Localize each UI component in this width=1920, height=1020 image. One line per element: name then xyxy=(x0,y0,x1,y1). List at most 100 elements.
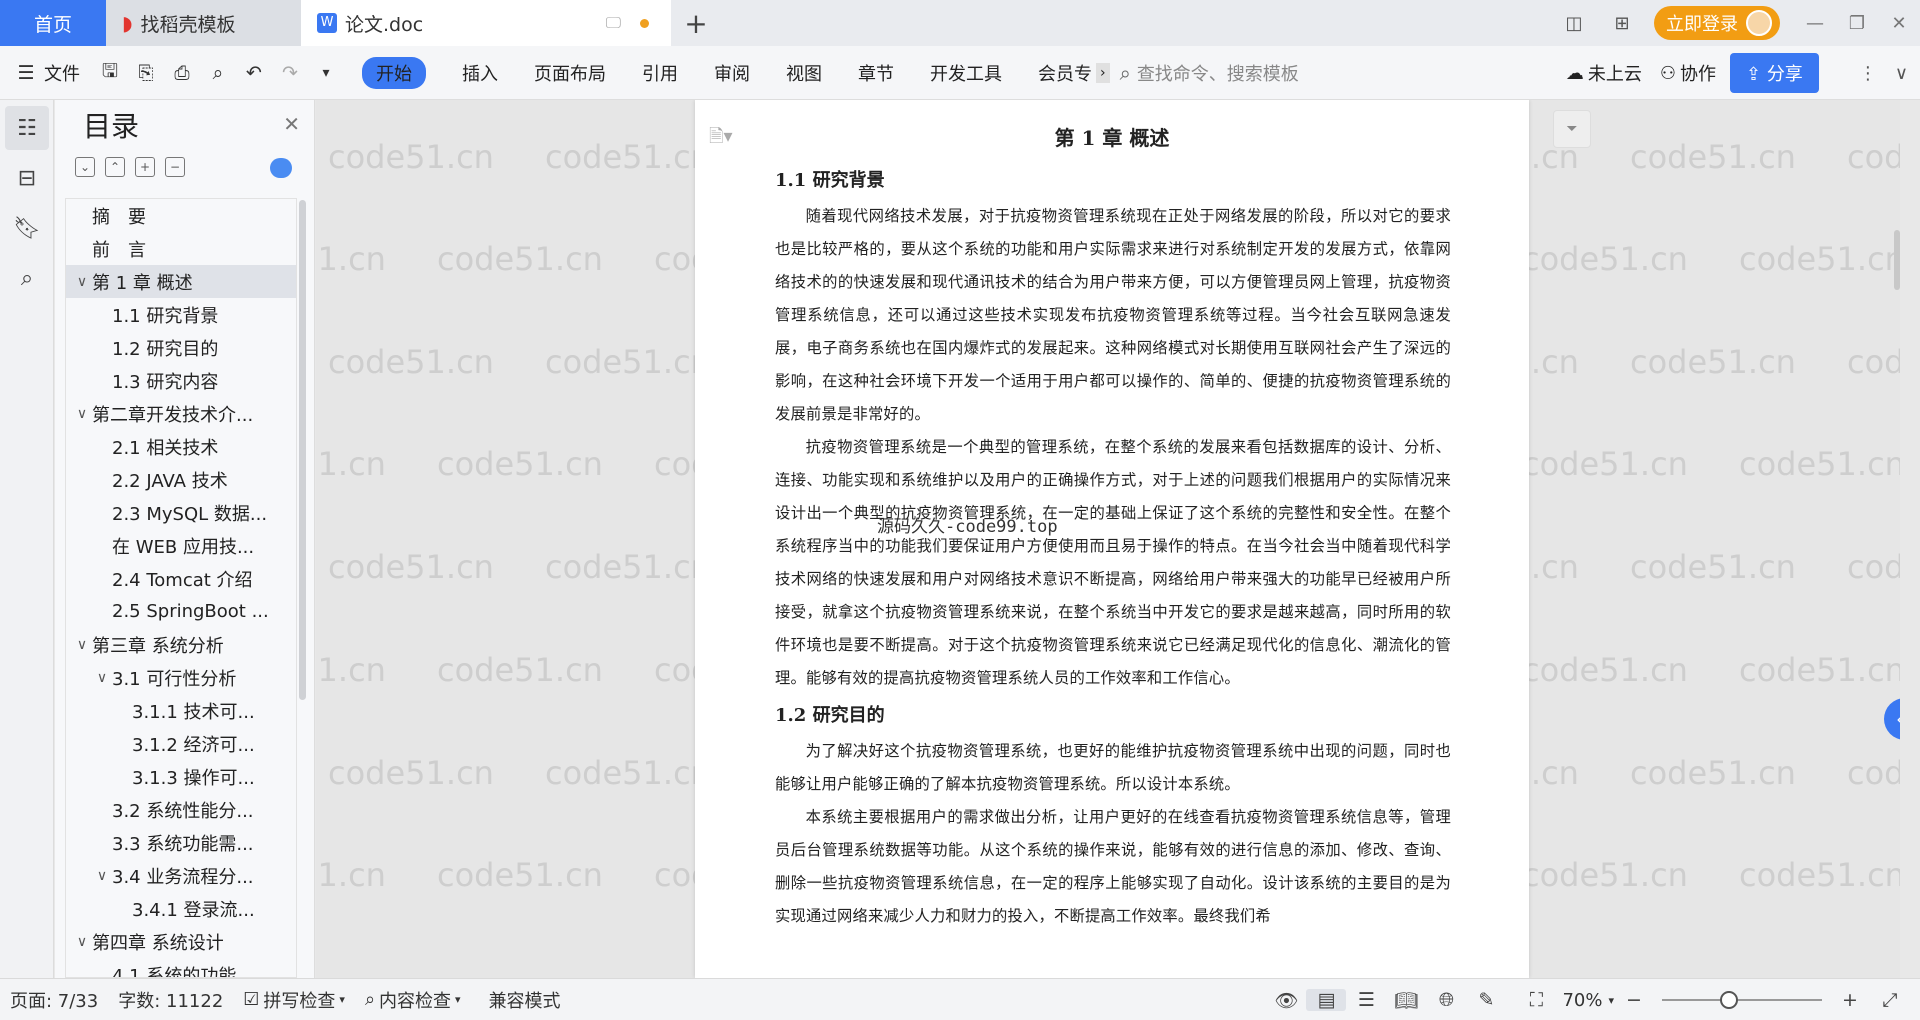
chevron-down-icon[interactable]: ∨ xyxy=(72,637,92,653)
command-search[interactable]: ⌕ 查找命令、搜索模板 xyxy=(1120,60,1299,86)
collaborate-button[interactable]: ⚇ 协作 xyxy=(1660,60,1716,86)
undo-icon[interactable]: ↶ xyxy=(236,62,272,84)
document-scrollbar[interactable] xyxy=(1894,230,1900,290)
smart-toc-icon[interactable] xyxy=(270,158,292,178)
zoom-slider-knob[interactable] xyxy=(1720,991,1738,1009)
tab-docer-templates[interactable]: ◗ 找稻壳模板 xyxy=(106,0,301,46)
cloud-status[interactable]: ☁ 未上云 xyxy=(1566,60,1642,86)
tab-document[interactable]: W 论文.doc 🖵 xyxy=(301,0,671,46)
content-check-button[interactable]: ⌕ 内容检查 ▾ xyxy=(355,987,471,1013)
zoom-out-icon[interactable]: − xyxy=(1614,989,1654,1011)
menu-icon[interactable]: ☰ xyxy=(8,62,44,84)
toc-item[interactable]: 3.2 系统性能分... xyxy=(66,793,296,826)
toc-item[interactable]: ∨ 第 1 章 概述 xyxy=(66,265,296,298)
close-icon[interactable]: ✕ xyxy=(283,112,300,136)
toc-item[interactable]: 3.1.1 技术可... xyxy=(66,694,296,727)
share-button[interactable]: ⇪ 分享 xyxy=(1730,53,1819,93)
toc-item[interactable]: 1.1 研究背景 xyxy=(66,298,296,331)
new-tab-button[interactable]: + xyxy=(671,0,721,46)
spell-check-button[interactable]: ☑ 拼写检查 ▾ xyxy=(233,987,355,1013)
toc-item[interactable]: 1.2 研究目的 xyxy=(66,331,296,364)
expand-all-icon[interactable]: ⌄ xyxy=(75,157,95,177)
redo-icon[interactable]: ↷ xyxy=(272,62,308,84)
collapse-all-icon[interactable]: ⌃ xyxy=(105,157,125,177)
grid-apps-icon[interactable]: ⊞ xyxy=(1598,13,1646,34)
fullscreen-icon[interactable]: ⤢ xyxy=(1870,989,1910,1011)
toc-item[interactable]: 2.2 JAVA 技术 xyxy=(66,463,296,496)
watermark-text: code51.cn xyxy=(545,548,711,586)
remove-heading-icon[interactable]: − xyxy=(165,157,185,177)
toc-item[interactable]: ∨ 3.4 业务流程分... xyxy=(66,859,296,892)
chevron-down-icon[interactable]: ∨ xyxy=(92,868,112,884)
ribbon-tab-chapter[interactable]: 章节 xyxy=(858,60,894,86)
ribbon-tab-view[interactable]: 视图 xyxy=(786,60,822,86)
toc-panel-icon[interactable]: ☷ xyxy=(5,106,49,150)
print-preview-icon[interactable]: ⌕ xyxy=(200,62,236,84)
toc-scrollbar[interactable] xyxy=(299,200,306,700)
tab-home[interactable]: 首页 xyxy=(0,0,106,46)
toc-item[interactable]: 在 WEB 应用技... xyxy=(66,529,296,562)
toc-item[interactable]: 3.3 系统功能需... xyxy=(66,826,296,859)
collapse-ribbon-icon[interactable]: ∨ xyxy=(1895,63,1908,84)
ribbon-tab-member[interactable]: 会员专 xyxy=(1038,60,1092,86)
write-mode-icon[interactable]: ✎ xyxy=(1466,989,1506,1011)
ribbon-tab-start[interactable]: 开始 xyxy=(362,56,426,89)
word-count[interactable]: 字数: 11122 xyxy=(108,987,233,1013)
page-indicator[interactable]: 页面: 7/33 xyxy=(0,987,108,1013)
add-heading-icon[interactable]: + xyxy=(135,157,155,177)
ribbon-tab-review[interactable]: 审阅 xyxy=(714,60,750,86)
toc-item[interactable]: ∨ 第二章开发技术介... xyxy=(66,397,296,430)
ribbon-tab-insert[interactable]: 插入 xyxy=(462,60,498,86)
zoom-level[interactable]: 70% xyxy=(1562,990,1602,1011)
ribbon-tab-layout[interactable]: 页面布局 xyxy=(534,60,606,86)
toc-item[interactable]: 4.1 系统的功能 xyxy=(66,958,296,978)
file-menu[interactable]: 文件 xyxy=(44,60,92,86)
ribbon-tab-developer[interactable]: 开发工具 xyxy=(930,60,1002,86)
restore-icon[interactable]: ❐ xyxy=(1836,13,1878,34)
reading-view-icon[interactable]: 📖︎ xyxy=(1386,989,1426,1012)
chevron-down-icon[interactable]: ∨ xyxy=(72,934,92,950)
chevron-down-icon[interactable]: ∨ xyxy=(72,406,92,422)
layout-toggle-icon[interactable]: ◫ xyxy=(1550,13,1598,34)
toc-item[interactable]: 3.4.1 登录流... xyxy=(66,892,296,925)
close-window-icon[interactable]: ✕ xyxy=(1878,13,1920,34)
toc-item[interactable]: 3.1.3 操作可... xyxy=(66,760,296,793)
monitor-icon[interactable]: 🖵 xyxy=(606,13,621,33)
toc-item[interactable]: 摘 要 xyxy=(66,199,296,232)
toc-item[interactable]: 1.3 研究内容 xyxy=(66,364,296,397)
find-icon[interactable]: ⌕ xyxy=(5,256,49,300)
page-view-icon[interactable]: ▤ xyxy=(1306,989,1347,1011)
minimize-icon[interactable]: — xyxy=(1794,13,1836,34)
save-icon[interactable]: 🖫 xyxy=(92,57,128,89)
toc-item[interactable]: 3.1.2 经济可... xyxy=(66,727,296,760)
toc-item[interactable]: 2.1 相关技术 xyxy=(66,430,296,463)
web-view-icon[interactable]: 🌐︎ xyxy=(1426,989,1466,1011)
chevron-down-icon[interactable]: ∨ xyxy=(72,274,92,290)
toc-item[interactable]: 2.4 Tomcat 介绍 xyxy=(66,562,296,595)
zoom-in-icon[interactable]: + xyxy=(1830,989,1870,1011)
toc-item[interactable]: 2.3 MySQL 数据... xyxy=(66,496,296,529)
document-body[interactable]: 1.1 研究背景 随着现代网络技术发展，对于抗疫物资管理系统现在正处于网络发展的… xyxy=(775,162,1451,933)
print-icon[interactable]: ⎙ xyxy=(164,62,200,84)
chapter-nav-icon[interactable]: ⊟ xyxy=(5,156,49,200)
chevron-down-icon[interactable]: ∨ xyxy=(92,670,112,686)
eye-protection-icon[interactable]: 👁︎ xyxy=(1266,989,1306,1012)
outline-view-icon[interactable]: ☰ xyxy=(1346,989,1386,1011)
toc-item[interactable]: 前 言 xyxy=(66,232,296,265)
bookmark-icon[interactable]: 🔖︎ xyxy=(5,206,49,250)
zoom-slider[interactable] xyxy=(1662,991,1822,1009)
document-page[interactable]: 🗎▾ 第 1 章 概述 1.1 研究背景 随着现代网络技术发展，对于抗疫物资管理… xyxy=(695,100,1529,978)
filter-icon[interactable]: ⏷ xyxy=(1553,110,1591,148)
toc-item[interactable]: ∨ 第三章 系统分析 xyxy=(66,628,296,661)
ribbon-tab-references[interactable]: 引用 xyxy=(642,60,678,86)
more-options-icon[interactable]: ⋮ xyxy=(1859,63,1877,84)
ribbon-more-icon[interactable]: › xyxy=(1096,62,1110,83)
login-button[interactable]: 立即登录 xyxy=(1654,6,1780,40)
toc-item[interactable]: ∨ 第四章 系统设计 xyxy=(66,925,296,958)
toc-item[interactable]: ∨ 3.1 可行性分析 xyxy=(66,661,296,694)
side-panel-toggle-icon[interactable]: ‹ xyxy=(1884,698,1900,740)
customize-dropdown-icon[interactable]: ▾ xyxy=(308,65,344,81)
toc-item[interactable]: 2.5 SpringBoot ... xyxy=(66,595,296,628)
fit-page-icon[interactable]: ⛶ xyxy=(1516,989,1556,1011)
export-pdf-icon[interactable]: ⎘ xyxy=(128,62,164,84)
